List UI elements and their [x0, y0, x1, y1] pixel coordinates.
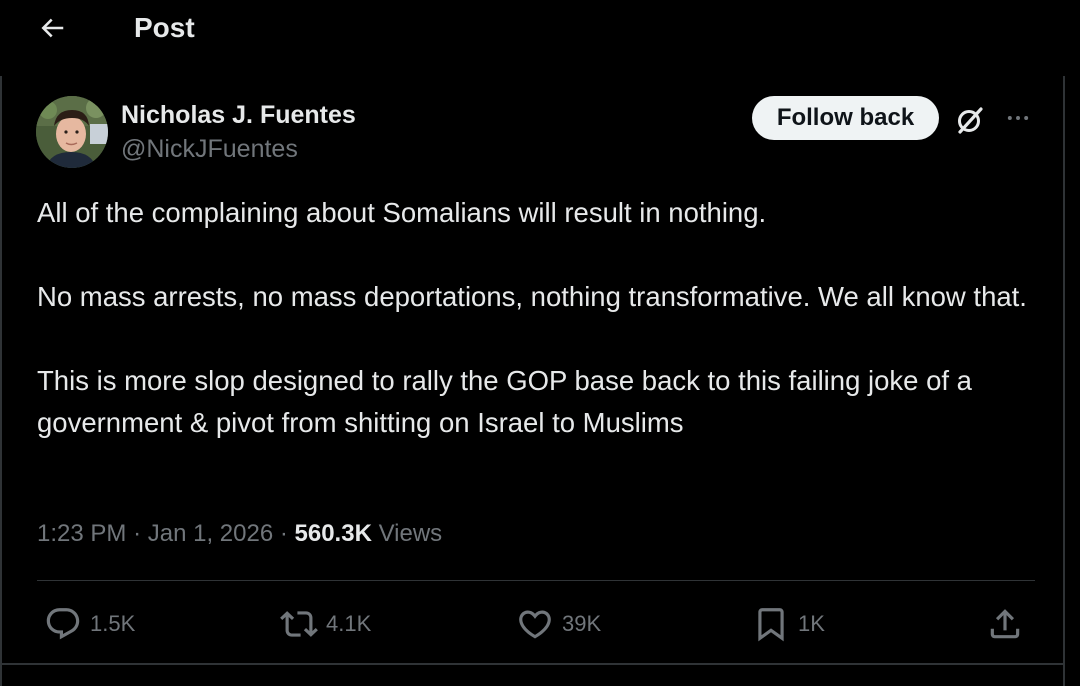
post-metadata: 1:23 PM · Jan 1, 2026 · 560.3K Views	[37, 516, 442, 552]
more-horizontal-icon	[1007, 116, 1029, 120]
post-paragraph: No mass arrests, no mass deportations, n…	[37, 281, 1027, 312]
post-paragraph: All of the complaining about Somalians w…	[37, 197, 767, 228]
views-label: Views	[378, 520, 443, 547]
separator-dot: ·	[133, 520, 148, 547]
views-count: 560.3K	[294, 520, 372, 547]
share-button[interactable]	[986, 604, 1024, 644]
grok-icon	[958, 107, 983, 134]
more-options-button[interactable]	[998, 100, 1038, 136]
post-text: All of the complaining about Somalians w…	[37, 192, 1037, 444]
avatar[interactable]	[36, 96, 108, 168]
divider	[0, 663, 1065, 665]
author-handle[interactable]: @NickJFuentes	[121, 134, 298, 164]
reply-button[interactable]: 1.5K	[44, 604, 135, 644]
repost-button[interactable]: 4.1K	[280, 604, 371, 644]
back-button[interactable]	[32, 8, 72, 48]
page-title: Post	[134, 12, 195, 43]
divider	[37, 580, 1035, 581]
grok-button[interactable]	[950, 100, 990, 140]
bookmark-button[interactable]: 1K	[752, 604, 825, 644]
reply-icon	[46, 608, 80, 640]
author-display-name[interactable]: Nicholas J. Fuentes	[121, 100, 356, 130]
reply-count: 1.5K	[90, 611, 136, 636]
repost-count: 4.1K	[326, 611, 372, 636]
post-paragraph: This is more slop designed to rally the …	[37, 365, 972, 438]
post-time[interactable]: 1:23 PM	[37, 520, 126, 547]
repost-icon	[280, 611, 318, 637]
post-date[interactable]: Jan 1, 2026	[148, 520, 273, 547]
like-button[interactable]: 39K	[516, 604, 601, 644]
bookmark-icon	[758, 608, 784, 642]
heart-icon	[519, 610, 551, 639]
follow-back-button[interactable]: Follow back	[752, 96, 939, 140]
separator-dot: ·	[279, 520, 295, 547]
share-icon	[990, 609, 1020, 639]
like-count: 39K	[562, 611, 602, 636]
arrow-left-icon	[41, 18, 64, 38]
bookmark-count: 1K	[798, 611, 825, 636]
avatar-image	[36, 96, 108, 168]
top-bar: Post	[0, 0, 1080, 60]
